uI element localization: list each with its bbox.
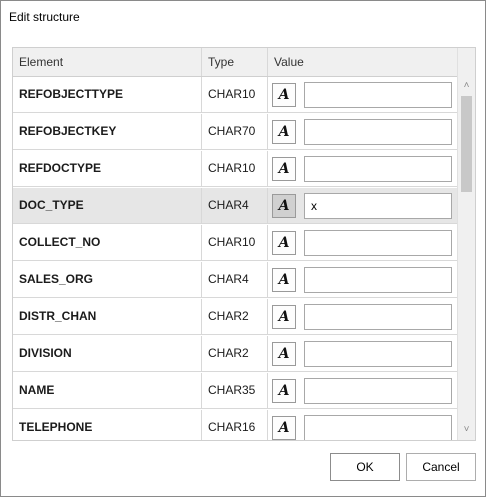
table-row[interactable]: COLLECT_NO CHAR10 A	[13, 225, 457, 261]
value-input[interactable]	[304, 82, 452, 108]
table-row[interactable]: SALES_ORG CHAR4 A	[13, 262, 457, 298]
value-cell: A	[268, 188, 457, 224]
table-row[interactable]: TELEPHONE CHAR16 A	[13, 410, 457, 440]
table-row[interactable]: DOC_TYPE CHAR4 A	[13, 188, 457, 224]
type-cell: CHAR10	[202, 77, 268, 113]
table-row[interactable]: REFOBJECTKEY CHAR70 A	[13, 114, 457, 150]
element-name-cell: DOC_TYPE	[13, 188, 202, 224]
value-cell: A	[268, 336, 457, 372]
value-cell: A	[268, 373, 457, 409]
value-input[interactable]	[304, 341, 452, 367]
text-format-icon[interactable]: A	[272, 231, 296, 255]
type-cell: CHAR16	[202, 410, 268, 440]
table-row[interactable]: REFOBJECTTYPE CHAR10 A	[13, 77, 457, 113]
element-name-cell: NAME	[13, 373, 202, 409]
value-cell: A	[268, 410, 457, 440]
table-row[interactable]: DIVISION CHAR2 A	[13, 336, 457, 372]
element-name-cell: REFOBJECTKEY	[13, 114, 202, 150]
value-cell: A	[268, 299, 457, 335]
scrollbar-thumb[interactable]	[461, 96, 472, 192]
table-row[interactable]: REFDOCTYPE CHAR10 A	[13, 151, 457, 187]
text-format-icon[interactable]: A	[272, 83, 296, 107]
value-cell: A	[268, 262, 457, 298]
text-format-icon[interactable]: A	[272, 120, 296, 144]
value-cell: A	[268, 77, 457, 113]
element-name-cell: SALES_ORG	[13, 262, 202, 298]
value-input[interactable]	[304, 119, 452, 145]
text-format-icon[interactable]: A	[272, 379, 296, 403]
type-cell: CHAR35	[202, 373, 268, 409]
vertical-scrollbar[interactable]: ˄ ˅	[457, 48, 475, 440]
element-name-cell: DIVISION	[13, 336, 202, 372]
element-name-cell: DISTR_CHAN	[13, 299, 202, 335]
value-input[interactable]	[304, 304, 452, 330]
value-cell: A	[268, 151, 457, 187]
dialog-title: Edit structure	[9, 10, 80, 24]
cancel-button[interactable]: Cancel	[406, 453, 476, 481]
value-input[interactable]	[304, 156, 452, 182]
text-format-icon[interactable]: A	[272, 305, 296, 329]
value-cell: A	[268, 225, 457, 261]
type-cell: CHAR10	[202, 225, 268, 261]
text-format-icon[interactable]: A	[272, 416, 296, 440]
column-header-type[interactable]: Type	[202, 48, 268, 76]
table-row[interactable]: NAME CHAR35 A	[13, 373, 457, 409]
column-header-value[interactable]: Value	[268, 48, 457, 76]
type-cell: CHAR4	[202, 188, 268, 224]
text-format-icon[interactable]: A	[272, 157, 296, 181]
element-name-cell: REFOBJECTTYPE	[13, 77, 202, 113]
value-input[interactable]	[304, 378, 452, 404]
grid-header: Element Type Value	[13, 48, 457, 77]
text-format-icon[interactable]: A	[272, 342, 296, 366]
scroll-down-icon[interactable]: ˅	[458, 421, 475, 439]
column-header-element[interactable]: Element	[13, 48, 202, 76]
edit-structure-dialog: Edit structure Element Type Value REFOBJ…	[0, 0, 486, 497]
scroll-up-icon[interactable]: ˄	[458, 77, 475, 95]
value-input[interactable]	[304, 230, 452, 256]
table-row[interactable]: DISTR_CHAN CHAR2 A	[13, 299, 457, 335]
ok-button[interactable]: OK	[330, 453, 400, 481]
type-cell: CHAR70	[202, 114, 268, 150]
type-cell: CHAR10	[202, 151, 268, 187]
value-input[interactable]	[304, 193, 452, 219]
type-cell: CHAR2	[202, 299, 268, 335]
element-name-cell: TELEPHONE	[13, 410, 202, 440]
type-cell: CHAR2	[202, 336, 268, 372]
element-name-cell: COLLECT_NO	[13, 225, 202, 261]
value-input[interactable]	[304, 267, 452, 293]
element-name-cell: REFDOCTYPE	[13, 151, 202, 187]
structure-grid: Element Type Value REFOBJECTTYPE CHAR10 A R…	[12, 47, 476, 441]
value-cell: A	[268, 114, 457, 150]
value-input[interactable]	[304, 415, 452, 440]
text-format-icon[interactable]: A	[272, 194, 296, 218]
text-format-icon[interactable]: A	[272, 268, 296, 292]
type-cell: CHAR4	[202, 262, 268, 298]
